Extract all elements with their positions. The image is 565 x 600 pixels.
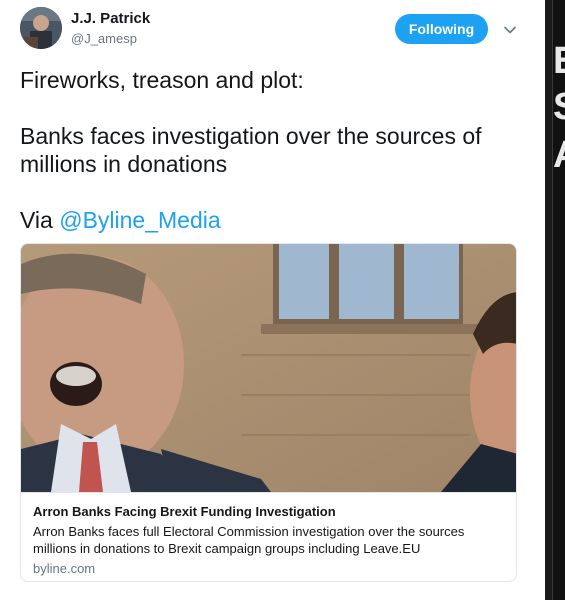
tweet-text-line2: Banks faces investigation over the sourc… <box>20 123 482 177</box>
author-handle[interactable]: @J_amesp <box>71 31 137 46</box>
avatar-photo <box>20 7 62 49</box>
strip-letter: S <box>553 88 565 126</box>
card-description: Arron Banks faces full Electoral Commiss… <box>33 524 465 556</box>
author-name[interactable]: J.J. Patrick <box>71 10 150 27</box>
background-page-strip: E S A <box>545 0 565 600</box>
strip-letter: E <box>553 42 565 80</box>
author-avatar[interactable] <box>20 7 62 49</box>
following-button[interactable]: Following <box>395 14 488 44</box>
card-image <box>21 244 516 492</box>
card-domain: byline.com <box>33 561 96 576</box>
link-card[interactable]: Arron Banks Facing Brexit Funding Invest… <box>20 243 517 582</box>
tweet: J.J. Patrick @J_amesp Following Firework… <box>0 0 545 600</box>
tweet-text-line1: Fireworks, treason and plot: <box>20 67 304 93</box>
card-title[interactable]: Arron Banks Facing Brexit Funding Invest… <box>33 504 336 519</box>
strip-letter: A <box>553 136 565 174</box>
mention-link[interactable]: @Byline_Media <box>59 207 220 233</box>
chevron-down-icon[interactable] <box>502 22 518 38</box>
via-prefix: Via <box>20 207 60 233</box>
tweet-via: Via @Byline_Media <box>20 206 530 234</box>
card-body: Arron Banks Facing Brexit Funding Invest… <box>21 492 516 581</box>
